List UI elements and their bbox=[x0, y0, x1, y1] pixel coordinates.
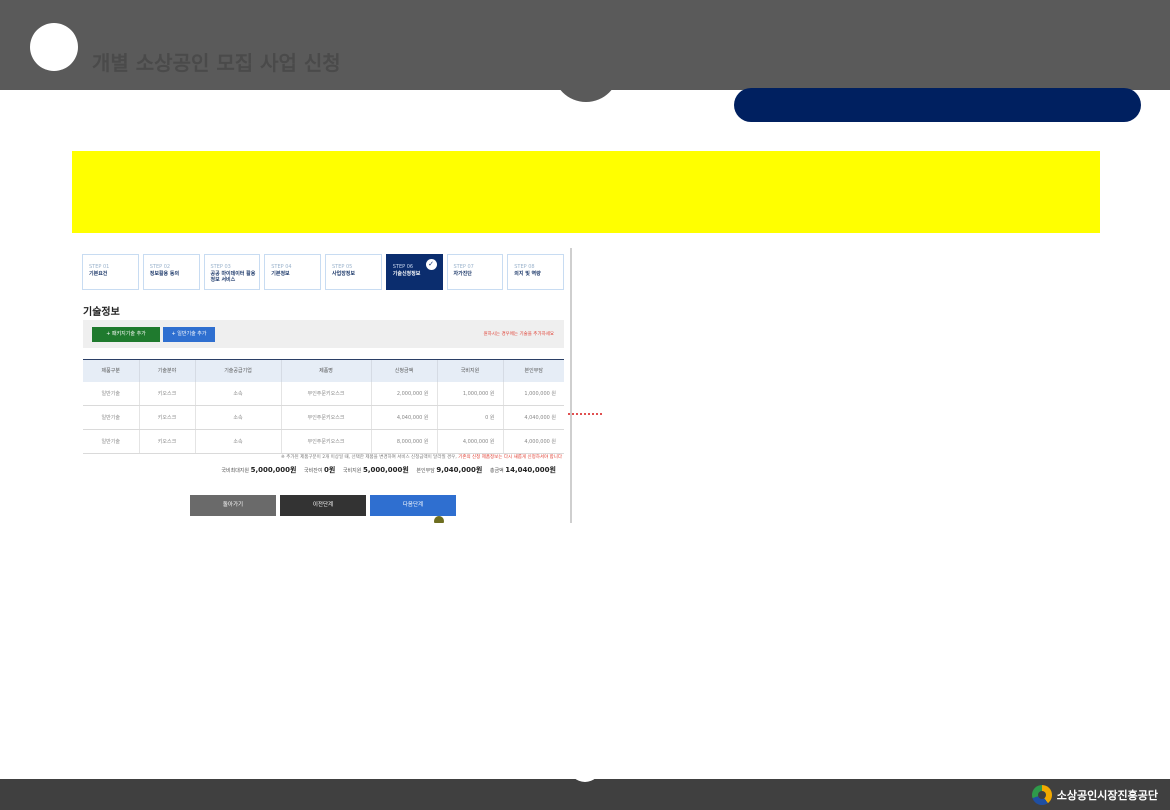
table-cell: 4,040,000 원 bbox=[370, 405, 437, 430]
step-name: 사업장정보 bbox=[332, 271, 356, 277]
step-4[interactable]: STEP 04 기본정보 bbox=[264, 254, 321, 290]
step-name: 기본정보 bbox=[271, 271, 290, 277]
step-num: STEP 03 bbox=[210, 264, 231, 270]
step-name: 공공 마이데이터 활용정보 서비스 bbox=[210, 271, 256, 283]
step-name: 의지 및 역량 bbox=[514, 271, 541, 277]
step-num: STEP 01 bbox=[89, 264, 110, 270]
header-circle bbox=[30, 23, 78, 71]
org-logo-icon bbox=[1031, 785, 1052, 805]
table-header: 신청금액 bbox=[370, 359, 437, 382]
self-pay-label: 본인부담 bbox=[416, 468, 435, 474]
back-button[interactable]: 돌아가기 bbox=[190, 495, 276, 516]
step-name: 기본요건 bbox=[89, 271, 108, 277]
page-title: 개별 소상공인 모집 사업 신청 bbox=[92, 51, 341, 75]
tech-table: 제품구분 기술분야 기술공급기업 제품명 신청금액 국비지원 본인부담 일반기술… bbox=[83, 359, 564, 454]
step-3[interactable]: STEP 03 공공 마이데이터 활용정보 서비스 bbox=[203, 254, 261, 290]
table-cell: 0 원 bbox=[436, 405, 503, 430]
step-num: STEP 05 bbox=[332, 264, 353, 270]
table-header: 제품구분 bbox=[83, 359, 139, 382]
header-notch bbox=[553, 62, 619, 102]
table-cell: 4,040,000 원 bbox=[502, 405, 564, 430]
step-num: STEP 08 bbox=[514, 264, 535, 270]
step-7[interactable]: STEP 07 자가진단 bbox=[446, 254, 504, 290]
total-value: 14,040,000원 bbox=[505, 466, 556, 474]
gov-max-label: 국비최대지원 bbox=[221, 468, 249, 474]
table-row[interactable]: 일반기술 키오스크 소속 무인주문키오스크 4,040,000 원 0 원 4,… bbox=[83, 405, 564, 430]
step-8[interactable]: STEP 08 의지 및 역량 bbox=[507, 254, 564, 290]
totals-summary: 국비최대지원 5,000,000원 국비잔여 0원 국비지원 5,000,000… bbox=[221, 465, 562, 475]
table-row[interactable]: 일반기술 키오스크 소속 무인주문키오스크 2,000,000 원 1,000,… bbox=[83, 381, 564, 406]
add-package-tech-button[interactable]: + 패키지기술 추가 bbox=[92, 327, 160, 342]
self-pay-value: 9,040,000원 bbox=[436, 466, 483, 474]
table-cell: 소속 bbox=[194, 381, 281, 406]
gov-remain-value: 0원 bbox=[324, 466, 336, 474]
table-header: 본인부담 bbox=[502, 359, 564, 382]
note-text: ※ 추가된 제품구분이 2개 이상일 때, 선택한 제품을 변경하여 서비스 신… bbox=[281, 455, 457, 460]
table-cell: 무인주문키오스크 bbox=[280, 429, 371, 454]
yellow-highlight-banner bbox=[72, 151, 1100, 233]
application-screenshot: STEP 01 기본요건 STEP 02 정보활용 동의 STEP 03 공공 마이데… bbox=[72, 248, 572, 523]
total-label: 총금액 bbox=[489, 468, 504, 474]
footer-bar bbox=[0, 779, 1170, 810]
gov-support-value: 5,000,000원 bbox=[362, 466, 409, 474]
note-highlight: 기존의 신청 제품정보는 다시 새롭게 신청하셔야 합니다 bbox=[458, 455, 562, 460]
step-indicator: STEP 01 기본요건 STEP 02 정보활용 동의 STEP 03 공공 마이데… bbox=[82, 254, 564, 290]
table-cell: 일반기술 bbox=[83, 429, 139, 454]
step-2[interactable]: STEP 02 정보활용 동의 bbox=[142, 254, 200, 290]
table-cell: 4,000,000 원 bbox=[502, 429, 564, 454]
table-header: 기술공급기업 bbox=[194, 359, 281, 382]
red-dotted-pointer bbox=[568, 413, 602, 415]
table-header: 제품명 bbox=[280, 359, 371, 382]
step-5[interactable]: STEP 05 사업장정보 bbox=[325, 254, 382, 290]
table-cell: 일반기술 bbox=[83, 405, 139, 430]
step-name: 자가진단 bbox=[453, 271, 472, 277]
step-6-active[interactable]: STEP 06 기술신청정보 ✓ bbox=[385, 254, 443, 290]
check-icon: ✓ bbox=[425, 259, 437, 270]
cursor-dot bbox=[434, 516, 444, 523]
step-num: STEP 04 bbox=[271, 264, 292, 270]
table-cell: 1,000,000 원 bbox=[502, 381, 564, 406]
table-cell: 무인주문키오스크 bbox=[280, 405, 371, 430]
org-logo: 소상공인시장진흥공단 bbox=[1031, 784, 1158, 806]
table-cell: 1,000,000 원 bbox=[436, 381, 503, 406]
gov-support-label: 국비지원 bbox=[342, 468, 362, 474]
add-tech-notice: 원하시는 경우에는 기술을 추가하세요 bbox=[483, 332, 554, 337]
step-num: STEP 02 bbox=[149, 264, 171, 270]
previous-step-button[interactable]: 이전단계 bbox=[280, 495, 366, 516]
table-cell: 무인주문키오스크 bbox=[280, 381, 371, 406]
table-cell: 키오스크 bbox=[138, 429, 195, 454]
table-cell: 8,000,000 원 bbox=[370, 429, 437, 454]
step-name: 정보활용 동의 bbox=[149, 271, 180, 277]
table-header-row: 제품구분 기술분야 기술공급기업 제품명 신청금액 국비지원 본인부담 bbox=[83, 359, 564, 382]
table-cell: 소속 bbox=[194, 429, 281, 454]
table-header: 기술분야 bbox=[138, 359, 195, 382]
add-general-tech-button[interactable]: + 일반기술 추가 bbox=[163, 327, 215, 342]
table-cell: 2,000,000 원 bbox=[370, 381, 437, 406]
table-row[interactable]: 일반기술 키오스크 소속 무인주문키오스크 8,000,000 원 4,000,… bbox=[83, 429, 564, 454]
gov-max-value: 5,000,000원 bbox=[250, 466, 297, 474]
table-cell: 일반기술 bbox=[83, 381, 139, 406]
table-cell: 키오스크 bbox=[138, 405, 195, 430]
next-step-button[interactable]: 다음단계 bbox=[370, 495, 456, 516]
gov-remain-label: 국비잔여 bbox=[304, 468, 323, 474]
navy-pill-banner bbox=[734, 88, 1141, 122]
table-cell: 키오스크 bbox=[138, 381, 195, 406]
table-note: ※ 추가된 제품구분이 2개 이상일 때, 선택한 제품을 변경하여 서비스 신… bbox=[281, 454, 562, 460]
step-1[interactable]: STEP 01 기본요건 bbox=[82, 254, 139, 290]
table-header: 국비지원 bbox=[436, 359, 503, 382]
step-num: STEP 07 bbox=[453, 264, 474, 270]
step-name: 기술신청정보 bbox=[392, 271, 421, 277]
tech-button-bar: + 패키지기술 추가 + 일반기술 추가 원하시는 경우에는 기술을 추가하세요 bbox=[83, 320, 564, 348]
table-cell: 4,000,000 원 bbox=[436, 429, 503, 454]
table-cell: 소속 bbox=[194, 405, 281, 430]
org-name: 소상공인시장진흥공단 bbox=[1056, 789, 1158, 802]
section-title: 기술정보 bbox=[83, 307, 120, 318]
